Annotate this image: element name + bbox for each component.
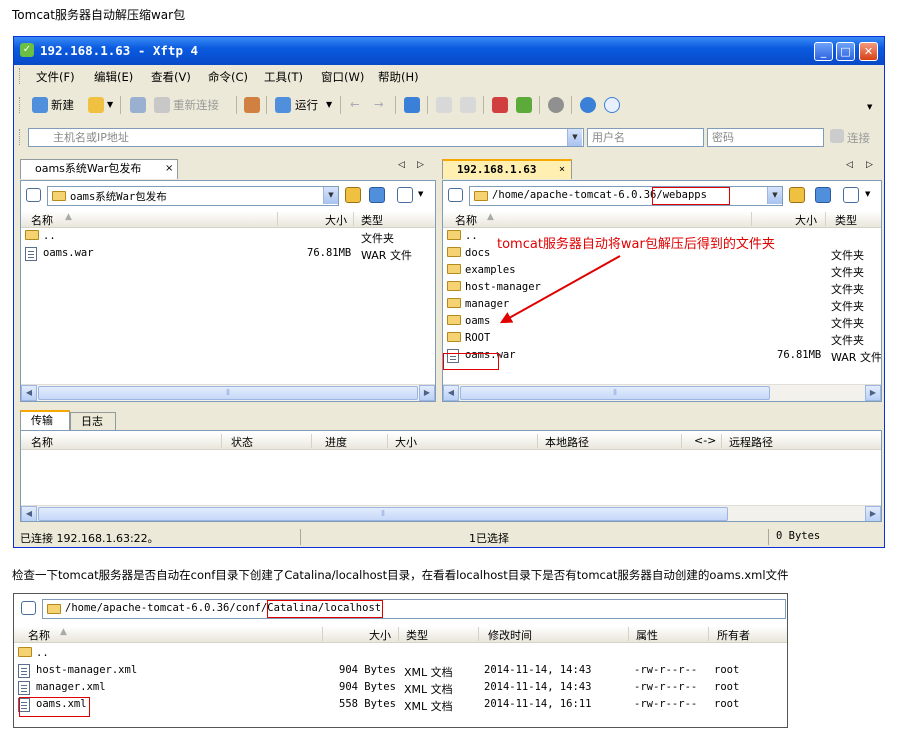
conf-file-pane: /home/apache-tomcat-6.0.36/conf/Catalina… — [13, 593, 788, 728]
table-row[interactable]: host-manager.xml 904 Bytes XML 文档 2014-11-1… — [14, 663, 787, 680]
file-type: XML 文档 — [404, 683, 453, 696]
col-name[interactable]: 名称 — [28, 627, 50, 643]
conf-column-header: 名称 ▲ 大小 类型 修改时间 属性 所有者 — [14, 626, 787, 643]
conf-path-input[interactable]: /home/apache-tomcat-6.0.36/conf/Catalina… — [42, 599, 786, 619]
table-row[interactable]: oams.xml 558 Bytes XML 文档 2014-11-14, 16:11… — [14, 697, 787, 714]
tree-toggle-icon[interactable] — [21, 601, 36, 615]
file-owner: root — [714, 664, 740, 676]
col-owner[interactable]: 所有者 — [717, 627, 750, 643]
table-row[interactable]: .. — [14, 646, 787, 663]
file-icon — [18, 664, 30, 678]
col-type[interactable]: 类型 — [406, 627, 428, 643]
file-owner: root — [714, 681, 740, 693]
col-attributes[interactable]: 属性 — [636, 627, 658, 643]
file-modified: 2014-11-14, 16:11 — [484, 698, 592, 710]
file-type: XML 文档 — [404, 666, 453, 679]
file-name: manager.xml — [36, 681, 106, 693]
col-size[interactable]: 大小 — [369, 627, 391, 643]
file-attributes: -rw-r--r-- — [634, 664, 698, 676]
oams-arrow — [499, 255, 621, 324]
catalina-highlight-box — [267, 600, 383, 618]
col-modified[interactable]: 修改时间 — [488, 627, 532, 643]
description-text: 检查一下tomcat服务器是否自动在conf目录下创建了Catalina/loc… — [12, 568, 789, 582]
file-size: 904 Bytes — [339, 664, 396, 676]
file-icon — [18, 681, 30, 695]
file-type: XML 文档 — [404, 700, 453, 713]
file-name: host-manager.xml — [36, 664, 138, 676]
file-owner: root — [714, 698, 740, 710]
path-prefix: /home/apache-tomcat-6.0.36/conf/ — [65, 602, 268, 614]
folder-icon — [47, 604, 61, 614]
table-row[interactable]: manager.xml 904 Bytes XML 文档 2014-11-14, 14… — [14, 680, 787, 697]
file-size: 904 Bytes — [339, 681, 396, 693]
file-modified: 2014-11-14, 14:43 — [484, 681, 592, 693]
file-attributes: -rw-r--r-- — [634, 681, 698, 693]
folder-icon — [18, 647, 32, 657]
file-attributes: -rw-r--r-- — [634, 698, 698, 710]
oams-xml-highlight-box — [19, 697, 90, 717]
file-name: .. — [36, 647, 49, 659]
file-size: 558 Bytes — [339, 698, 396, 710]
sort-asc-icon: ▲ — [60, 627, 67, 637]
file-modified: 2014-11-14, 14:43 — [484, 664, 592, 676]
